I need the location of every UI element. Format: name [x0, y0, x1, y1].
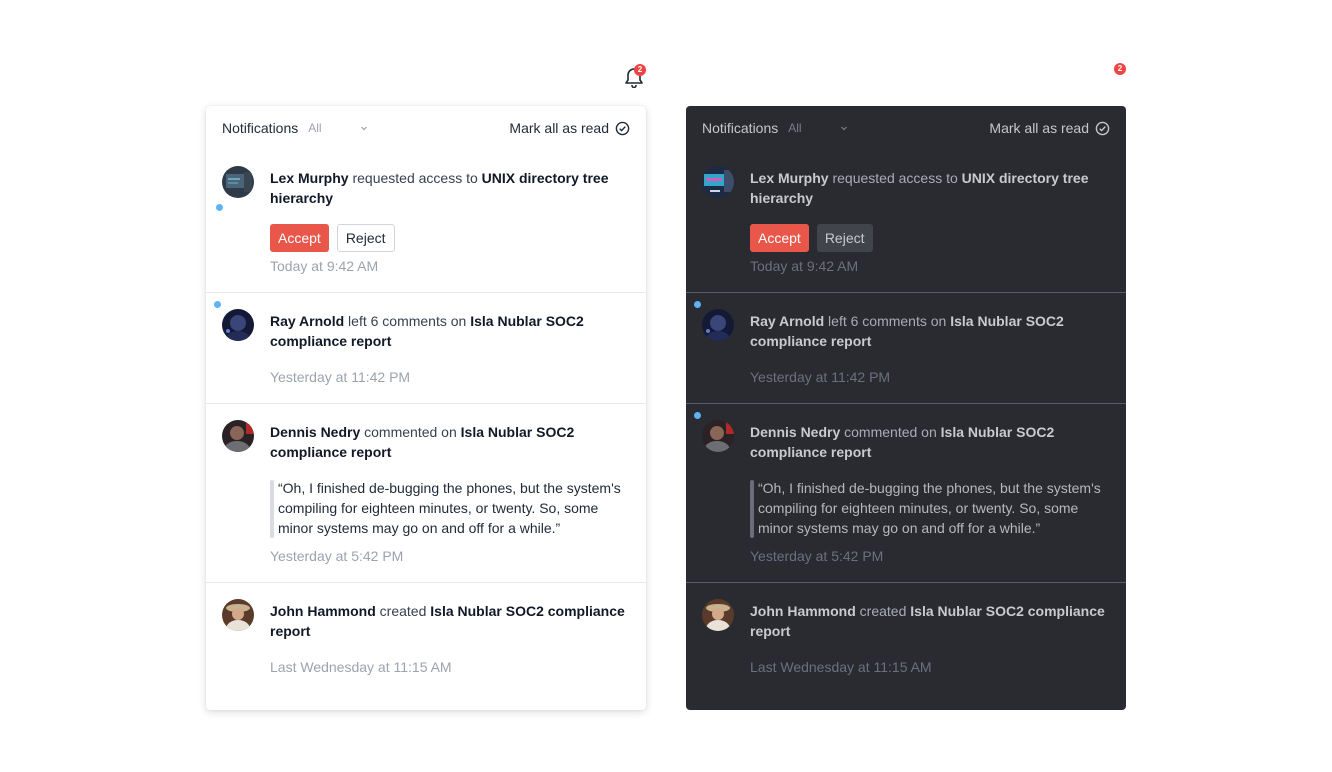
avatar-ray-arnold — [222, 309, 254, 341]
notification-text: Dennis Nedry commented on Isla Nublar SO… — [750, 424, 1055, 460]
mark-all-read-label: Mark all as read — [989, 120, 1089, 136]
actor-name[interactable]: Dennis Nedry — [270, 424, 360, 440]
comment-quote: “Oh, I finished de-bugging the phones, b… — [750, 478, 1110, 538]
unread-count-badge: 2 — [634, 64, 646, 76]
chevron-down-icon[interactable] — [840, 124, 848, 132]
unread-dot — [694, 412, 701, 419]
notification-text: Lex Murphy requested access to UNIX dire… — [270, 170, 609, 206]
avatar-ray-arnold — [702, 309, 734, 341]
notification-item[interactable]: John Hammond created Isla Nublar SOC2 co… — [206, 582, 646, 693]
notifications-panel-dark: Notifications All Mark all as read Lex M… — [686, 106, 1126, 710]
panel-title: Notifications — [702, 120, 779, 136]
request-actions: Accept Reject — [750, 224, 1110, 252]
avatar-john-hammond — [702, 599, 734, 631]
avatar-lex-murphy — [222, 166, 254, 198]
actor-name[interactable]: Ray Arnold — [270, 313, 344, 329]
notification-item[interactable]: John Hammond created Isla Nublar SOC2 co… — [686, 582, 1126, 693]
panel-title: Notifications — [222, 120, 299, 136]
mark-all-read-button[interactable]: Mark all as read — [509, 120, 630, 136]
notification-text: John Hammond created Isla Nublar SOC2 co… — [270, 603, 625, 639]
timestamp: Yesterday at 5:42 PM — [270, 548, 404, 564]
panel-header: Notifications All Mark all as read — [206, 106, 646, 150]
panel-header: Notifications All Mark all as read — [686, 106, 1126, 150]
actor-name[interactable]: Lex Murphy — [750, 170, 829, 186]
accept-button[interactable]: Accept — [270, 224, 329, 252]
timestamp: Last Wednesday at 11:15 AM — [270, 659, 452, 675]
filter-select[interactable]: All — [788, 121, 801, 135]
notification-item[interactable]: Ray Arnold left 6 comments on Isla Nubla… — [686, 292, 1126, 403]
notification-text: Ray Arnold left 6 comments on Isla Nubla… — [270, 313, 584, 349]
notification-bell-button[interactable]: 2 — [622, 64, 646, 90]
actor-name[interactable]: Ray Arnold — [750, 313, 824, 329]
notification-text: Ray Arnold left 6 comments on Isla Nubla… — [750, 313, 1064, 349]
unread-dot — [216, 204, 223, 211]
avatar-john-hammond — [222, 599, 254, 631]
notification-item[interactable]: Lex Murphy requested access to UNIX dire… — [206, 150, 646, 292]
notification-text: Lex Murphy requested access to UNIX dire… — [750, 170, 1089, 206]
notification-item[interactable]: Ray Arnold left 6 comments on Isla Nubla… — [206, 292, 646, 403]
notification-item[interactable]: Lex Murphy requested access to UNIX dire… — [686, 150, 1126, 292]
actor-name[interactable]: John Hammond — [270, 603, 376, 619]
notification-text: Dennis Nedry commented on Isla Nublar SO… — [270, 424, 575, 460]
chevron-down-icon[interactable] — [360, 124, 368, 132]
timestamp: Yesterday at 11:42 PM — [270, 369, 411, 385]
check-circle-icon — [615, 121, 630, 135]
avatar-lex-murphy — [702, 166, 734, 198]
accept-button[interactable]: Accept — [750, 224, 809, 252]
unread-dot — [214, 301, 221, 308]
reject-button[interactable]: Reject — [816, 224, 873, 252]
timestamp: Today at 9:42 AM — [270, 258, 379, 274]
timestamp: Yesterday at 11:42 PM — [750, 369, 891, 385]
timestamp: Last Wednesday at 11:15 AM — [750, 659, 932, 675]
unread-count-badge-dark: 2 — [1114, 63, 1126, 75]
actor-name[interactable]: John Hammond — [750, 603, 856, 619]
notification-item[interactable]: Dennis Nedry commented on Isla Nublar SO… — [686, 403, 1126, 582]
mark-all-read-button[interactable]: Mark all as read — [989, 120, 1110, 136]
comment-quote: “Oh, I finished de-bugging the phones, b… — [270, 478, 630, 538]
notifications-panel-light: Notifications All Mark all as read Lex M… — [206, 106, 646, 710]
actor-name[interactable]: Dennis Nedry — [750, 424, 840, 440]
mark-all-read-label: Mark all as read — [509, 120, 609, 136]
avatar-dennis-nedry — [222, 420, 254, 452]
timestamp: Today at 9:42 AM — [750, 258, 859, 274]
check-circle-icon — [1095, 121, 1110, 135]
request-actions: Accept Reject — [270, 224, 630, 252]
notification-text: John Hammond created Isla Nublar SOC2 co… — [750, 603, 1105, 639]
reject-button[interactable]: Reject — [336, 224, 395, 252]
notification-item[interactable]: Dennis Nedry commented on Isla Nublar SO… — [206, 403, 646, 582]
filter-select[interactable]: All — [308, 121, 321, 135]
actor-name[interactable]: Lex Murphy — [270, 170, 349, 186]
timestamp: Yesterday at 5:42 PM — [750, 548, 884, 564]
avatar-dennis-nedry — [702, 420, 734, 452]
unread-dot — [694, 301, 701, 308]
